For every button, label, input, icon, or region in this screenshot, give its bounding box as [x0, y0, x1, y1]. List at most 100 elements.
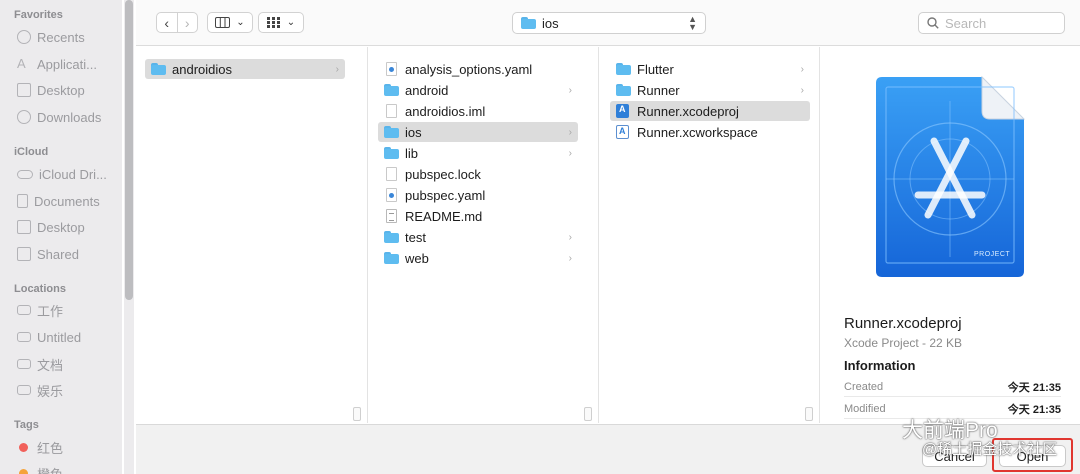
sidebar-item-applications[interactable]: A Applicati... [17, 54, 97, 74]
column-view-icon [215, 17, 231, 28]
meta-key: Created [844, 380, 884, 393]
yaml-file-icon [386, 62, 397, 76]
sidebar-item-documents[interactable]: Documents [17, 191, 100, 211]
sidebar-item-location-1[interactable]: 工作 [17, 300, 63, 320]
sidebar-item-label: Documents [34, 193, 100, 209]
sidebar-item-label: Downloads [37, 109, 102, 125]
xcode-project-large-icon [876, 75, 1026, 277]
project-badge: PROJECT [974, 251, 1011, 258]
chevron-right-icon: › [800, 84, 804, 96]
list-item[interactable]: pubspec.lock [378, 164, 578, 184]
grid-icon [266, 17, 280, 28]
preview-pane: PROJECT Runner.xcodeproj Xcode Project -… [834, 53, 1074, 423]
chevron-right-icon: › [568, 252, 572, 264]
list-item[interactable]: androidios.iml [378, 101, 578, 121]
sidebar-item-icloud-drive[interactable]: iCloud Dri... [17, 164, 107, 184]
sidebar-item-label: 红色 [37, 440, 64, 456]
list-item[interactable]: README.md [378, 206, 578, 226]
chevron-right-icon: › [568, 231, 572, 243]
folder-icon [384, 126, 399, 138]
sidebar-scrollbar[interactable] [124, 0, 134, 474]
sidebar-section-tags: Tags [14, 419, 39, 431]
location-popup[interactable]: ios ▲ ▼ [512, 12, 706, 34]
folder-icon [616, 63, 631, 75]
sidebar-item-label: Applicati... [37, 56, 97, 72]
sidebar-item-tag-red[interactable]: 红色 [17, 437, 63, 457]
toolbar: ‹ › ⌄ ⌄ ios ▲ ▼ [136, 0, 1080, 46]
sidebar-item-label: 文档 [37, 357, 64, 373]
list-item-androidios[interactable]: androidios › [145, 59, 345, 79]
chevron-down-icon: ⌄ [286, 17, 296, 28]
list-item[interactable]: analysis_options.yaml [378, 59, 578, 79]
list-item[interactable]: lib › [378, 143, 578, 163]
search-icon [927, 17, 939, 29]
sidebar-item-downloads[interactable]: Downloads [17, 107, 101, 127]
column-resize-handle[interactable] [584, 407, 592, 421]
sidebar-scrollbar-thumb[interactable] [125, 0, 133, 300]
desktop-icon [17, 83, 31, 97]
group-view-button[interactable]: ⌄ [258, 12, 304, 33]
chevron-right-icon: › [568, 84, 572, 96]
column-resize-handle[interactable] [353, 407, 361, 421]
up-down-chevron-icon: ▲ ▼ [688, 14, 697, 32]
meta-value: 今天 21:35 [1007, 403, 1061, 416]
sidebar-item-desktop-icloud[interactable]: Desktop [17, 217, 85, 237]
preview-subtitle: Xcode Project - 22 KB [844, 336, 963, 350]
meta-key: Modified [844, 402, 886, 415]
list-item[interactable]: Runner.xcworkspace [610, 122, 810, 142]
back-button[interactable]: ‹ [157, 13, 177, 32]
list-item[interactable]: Runner › [610, 80, 810, 100]
list-item-ios[interactable]: ios › [378, 122, 578, 142]
search-input[interactable] [945, 15, 1055, 31]
list-item[interactable]: android › [378, 80, 578, 100]
sidebar-item-recents[interactable]: Recents [17, 27, 85, 47]
forward-button[interactable]: › [176, 13, 198, 32]
sidebar-item-location-2[interactable]: Untitled [17, 327, 81, 347]
folder-icon [151, 63, 166, 75]
list-item[interactable]: pubspec.yaml [378, 185, 578, 205]
column-view-button[interactable]: ⌄ [207, 12, 253, 33]
sidebar-item-desktop[interactable]: Desktop [17, 80, 85, 100]
meta-row-created: Created 今天 21:35 [844, 377, 1061, 397]
drive-icon [17, 305, 31, 315]
list-item[interactable]: test › [378, 227, 578, 247]
list-item-label: ios [405, 124, 422, 140]
column-2: analysis_options.yaml android › androidi… [369, 47, 599, 423]
drive-icon [17, 359, 31, 369]
list-item-label: androidios.iml [405, 103, 486, 119]
column-resize-handle[interactable] [805, 407, 813, 421]
xcode-workspace-icon [616, 125, 629, 139]
sidebar-item-location-4[interactable]: 娱乐 [17, 380, 63, 400]
markdown-file-icon [386, 209, 397, 223]
sidebar-item-tag-orange[interactable]: 橙色 [17, 463, 63, 474]
list-item-label: Flutter [637, 61, 674, 77]
sidebar-item-label: Desktop [37, 82, 85, 98]
location-popup-label: ios [542, 15, 559, 31]
sidebar-item-label: 橙色 [37, 466, 64, 474]
folder-icon [384, 231, 399, 243]
list-item-label: androidios [172, 61, 232, 77]
list-item-label: pubspec.yaml [405, 187, 486, 203]
list-item[interactable]: Flutter › [610, 59, 810, 79]
document-icon [17, 194, 28, 208]
list-item[interactable]: web › [378, 248, 578, 268]
information-heading: Information [844, 358, 916, 373]
list-item-label: Runner.xcodeproj [637, 103, 739, 119]
folder-icon [521, 17, 536, 29]
drive-icon [17, 385, 31, 395]
search-field[interactable] [918, 12, 1065, 34]
list-item-label: Runner.xcworkspace [637, 124, 758, 140]
sidebar-section-favorites: Favorites [14, 9, 63, 21]
list-item-label: pubspec.lock [405, 166, 481, 182]
chevron-down-icon: ⌄ [236, 17, 245, 28]
sidebar-item-location-3[interactable]: 文档 [17, 354, 63, 374]
sidebar-item-label: Untitled [37, 329, 82, 345]
sidebar-item-shared[interactable]: Shared [17, 244, 79, 264]
chevron-right-icon: › [800, 63, 804, 75]
folder-icon [384, 147, 399, 159]
list-item-label: README.md [405, 208, 483, 224]
document-icon [386, 167, 397, 181]
chevron-right-icon: › [568, 126, 572, 138]
list-item-runner-xcodeproj[interactable]: Runner.xcodeproj [610, 101, 810, 121]
list-item-label: Runner [637, 82, 680, 98]
